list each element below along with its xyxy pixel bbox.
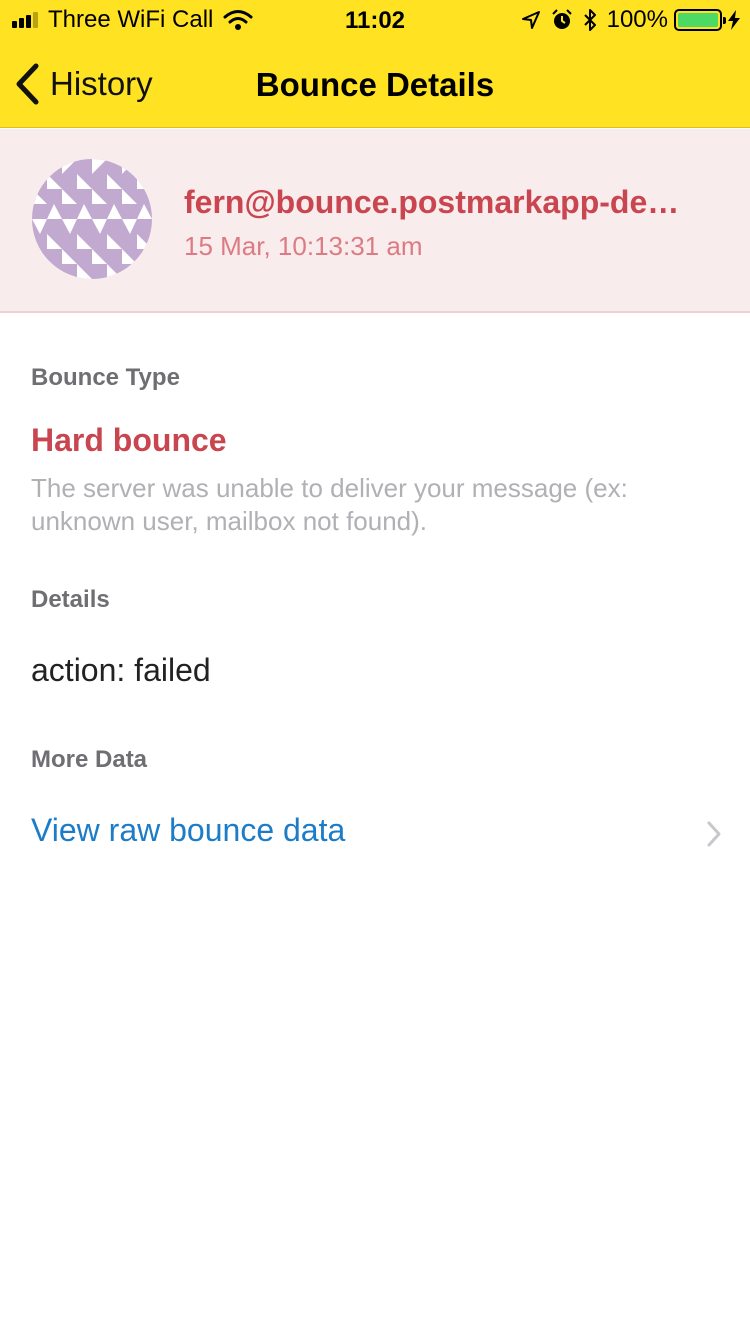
charging-bolt-icon — [728, 10, 740, 30]
battery-icon — [674, 9, 726, 31]
bounce-header: fern@bounce.postmarkapp-de… 15 Mar, 10:1… — [0, 129, 750, 313]
view-raw-bounce-data-row[interactable]: View raw bounce data — [0, 800, 750, 866]
view-raw-bounce-data-link[interactable]: View raw bounce data — [31, 812, 345, 849]
status-bar: Three WiFi Call 11:02 100% — [0, 0, 750, 40]
bounce-type-label: Bounce Type — [31, 364, 180, 391]
bounce-type-description: The server was unable to deliver your me… — [31, 473, 628, 536]
battery-percent: 100% — [606, 6, 668, 33]
status-right: 100% — [511, 6, 740, 34]
avatar — [32, 159, 152, 279]
more-data-label: More Data — [31, 746, 148, 773]
bounce-timestamp: 15 Mar, 10:13:31 am — [184, 231, 423, 261]
bounce-email: fern@bounce.postmarkapp-de… — [184, 184, 680, 220]
chevron-right-icon — [707, 821, 721, 847]
location-arrow-icon — [521, 11, 540, 29]
battery-fill — [678, 13, 718, 27]
avatar-pattern-icon — [32, 159, 152, 279]
bounce-type-value: Hard bounce — [31, 422, 227, 458]
bluetooth-icon — [583, 9, 596, 31]
details-label: Details — [31, 586, 110, 613]
alarm-icon — [551, 9, 572, 29]
page-title: Bounce Details — [255, 66, 495, 103]
details-value: action: failed — [31, 652, 211, 688]
navigation-bar: History Bounce Details — [0, 40, 750, 128]
